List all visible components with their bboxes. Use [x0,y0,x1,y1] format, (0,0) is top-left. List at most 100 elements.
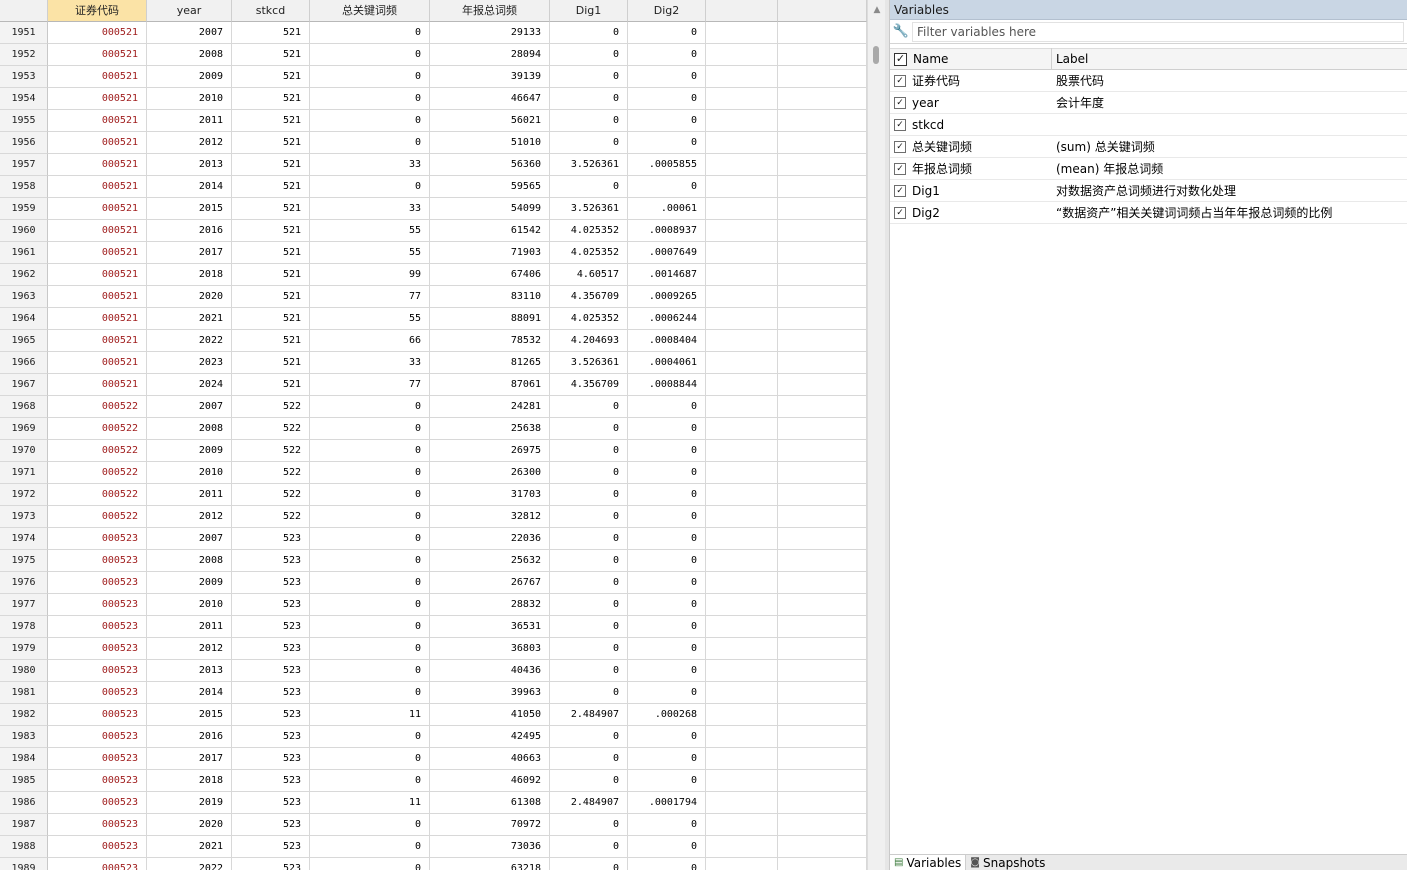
table-cell[interactable]: 2.484907 [550,792,628,814]
table-cell[interactable]: 000523 [48,704,147,726]
table-cell[interactable]: 0 [628,594,706,616]
empty-cell[interactable] [706,594,778,616]
table-cell[interactable]: 2019 [147,792,232,814]
table-cell[interactable]: .0007649 [628,242,706,264]
table-cell[interactable]: 26975 [430,440,550,462]
variable-row[interactable]: ✓ 年报总词频 (mean) 年报总词频 [890,158,1407,180]
name-column-header[interactable]: ✓ Name [890,48,1052,70]
table-cell[interactable]: 4.204693 [550,330,628,352]
empty-cell[interactable] [778,440,867,462]
empty-cell[interactable] [778,220,867,242]
table-cell[interactable]: 0 [550,462,628,484]
empty-cell[interactable] [778,726,867,748]
table-cell[interactable]: 4.356709 [550,286,628,308]
table-cell[interactable]: 000521 [48,44,147,66]
table-cell[interactable]: 54099 [430,198,550,220]
table-cell[interactable]: 000521 [48,374,147,396]
empty-cell[interactable] [778,198,867,220]
table-cell[interactable]: 0 [628,858,706,870]
table-cell[interactable]: 0 [310,462,430,484]
table-cell[interactable]: 31703 [430,484,550,506]
table-cell[interactable]: 0 [550,770,628,792]
table-cell[interactable]: 000522 [48,396,147,418]
table-cell[interactable]: 521 [232,110,310,132]
table-cell[interactable]: 46092 [430,770,550,792]
empty-cell[interactable] [706,506,778,528]
table-cell[interactable]: 2007 [147,22,232,44]
table-cell[interactable]: 000523 [48,726,147,748]
table-cell[interactable]: 521 [232,88,310,110]
table-cell[interactable]: 000521 [48,154,147,176]
table-cell[interactable]: 73036 [430,836,550,858]
table-cell[interactable]: 0 [310,726,430,748]
table-cell[interactable]: 32812 [430,506,550,528]
table-cell[interactable]: 0 [550,418,628,440]
empty-cell[interactable] [706,528,778,550]
empty-cell[interactable] [706,858,778,870]
table-cell[interactable]: 2020 [147,814,232,836]
empty-cell[interactable] [706,726,778,748]
table-cell[interactable]: 59565 [430,176,550,198]
empty-cell[interactable] [706,484,778,506]
table-cell[interactable]: 523 [232,704,310,726]
table-cell[interactable]: 26767 [430,572,550,594]
empty-cell[interactable] [706,682,778,704]
column-header[interactable]: stkcd [232,0,310,22]
table-cell[interactable]: 0 [550,638,628,660]
table-cell[interactable]: 0 [550,616,628,638]
table-cell[interactable]: 0 [550,66,628,88]
variable-row[interactable]: ✓ Dig1 对数据资产总词频进行对数化处理 [890,180,1407,202]
table-cell[interactable]: 523 [232,682,310,704]
table-cell[interactable]: 2008 [147,44,232,66]
empty-cell[interactable] [706,264,778,286]
table-cell[interactable]: 4.025352 [550,242,628,264]
table-cell[interactable]: 523 [232,528,310,550]
table-cell[interactable]: 0 [550,110,628,132]
empty-cell[interactable] [778,242,867,264]
table-cell[interactable]: 0 [310,616,430,638]
table-cell[interactable]: 521 [232,66,310,88]
table-cell[interactable]: 77 [310,286,430,308]
table-cell[interactable]: 000523 [48,682,147,704]
empty-cell[interactable] [778,836,867,858]
table-cell[interactable]: 87061 [430,374,550,396]
table-cell[interactable]: 0 [628,770,706,792]
table-cell[interactable]: 000522 [48,418,147,440]
table-cell[interactable]: 0 [550,22,628,44]
table-cell[interactable]: 28832 [430,594,550,616]
table-cell[interactable]: 0 [628,88,706,110]
table-cell[interactable]: .0009265 [628,286,706,308]
table-cell[interactable]: 523 [232,814,310,836]
table-cell[interactable]: 2009 [147,440,232,462]
table-cell[interactable]: 0 [550,484,628,506]
table-cell[interactable]: 522 [232,484,310,506]
table-cell[interactable]: 0 [628,22,706,44]
table-cell[interactable]: 2009 [147,66,232,88]
table-cell[interactable]: 0 [628,550,706,572]
table-cell[interactable]: 2014 [147,176,232,198]
table-cell[interactable]: 523 [232,550,310,572]
table-cell[interactable]: 521 [232,352,310,374]
table-cell[interactable]: 2022 [147,330,232,352]
table-cell[interactable]: 0 [310,44,430,66]
table-cell[interactable]: 0 [628,132,706,154]
empty-cell[interactable] [706,660,778,682]
table-cell[interactable]: 2008 [147,418,232,440]
empty-cell[interactable] [778,352,867,374]
table-cell[interactable]: 0 [628,836,706,858]
table-cell[interactable]: 000523 [48,550,147,572]
table-cell[interactable]: 51010 [430,132,550,154]
table-cell[interactable]: 2012 [147,132,232,154]
table-cell[interactable]: 0 [550,682,628,704]
empty-cell[interactable] [778,638,867,660]
table-cell[interactable]: 0 [628,682,706,704]
table-cell[interactable]: 0 [550,726,628,748]
table-cell[interactable]: 0 [310,550,430,572]
table-cell[interactable]: 40663 [430,748,550,770]
table-cell[interactable]: 2013 [147,154,232,176]
table-cell[interactable]: .0004061 [628,352,706,374]
table-cell[interactable]: 4.60517 [550,264,628,286]
table-cell[interactable]: 0 [310,396,430,418]
table-cell[interactable]: 2013 [147,660,232,682]
empty-cell[interactable] [706,396,778,418]
